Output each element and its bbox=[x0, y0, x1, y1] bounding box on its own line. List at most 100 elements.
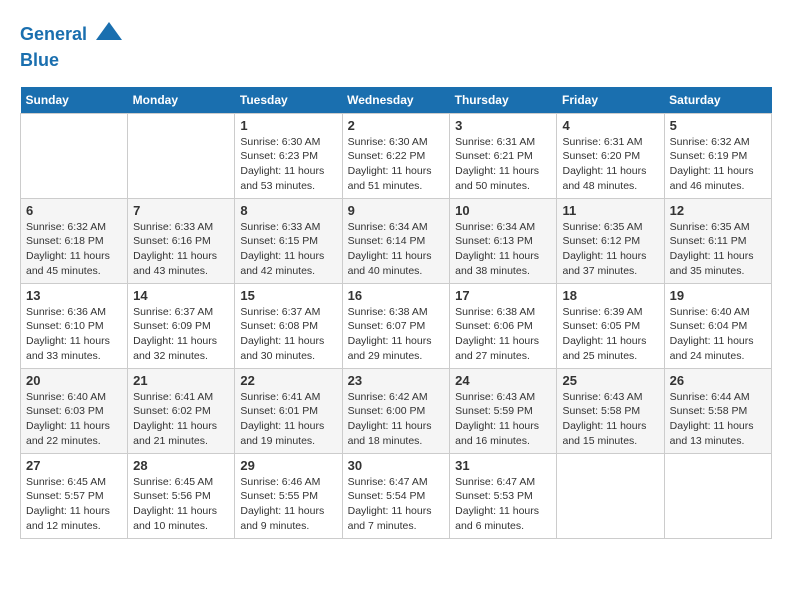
day-number: 31 bbox=[455, 458, 551, 473]
calendar-cell: 25Sunrise: 6:43 AM Sunset: 5:58 PM Dayli… bbox=[557, 368, 664, 453]
day-info: Sunrise: 6:44 AM Sunset: 5:58 PM Dayligh… bbox=[670, 390, 766, 449]
day-info: Sunrise: 6:36 AM Sunset: 6:10 PM Dayligh… bbox=[26, 305, 122, 364]
day-info: Sunrise: 6:46 AM Sunset: 5:55 PM Dayligh… bbox=[240, 475, 336, 534]
day-info: Sunrise: 6:42 AM Sunset: 6:00 PM Dayligh… bbox=[348, 390, 445, 449]
day-number: 1 bbox=[240, 118, 336, 133]
calendar-cell: 7 Sunrise: 6:33 AM Sunset: 6:16 PM Daylig… bbox=[128, 198, 235, 283]
day-info: Sunrise: 6:30 AM Sunset: 6:22 PM Dayligh… bbox=[348, 135, 445, 194]
week-row-1: 1 Sunrise: 6:30 AM Sunset: 6:23 PM Daylig… bbox=[21, 113, 772, 198]
calendar-cell: 5 Sunrise: 6:32 AM Sunset: 6:19 PM Daylig… bbox=[664, 113, 771, 198]
calendar-cell: 30Sunrise: 6:47 AM Sunset: 5:54 PM Dayli… bbox=[342, 453, 450, 538]
logo-blue: Blue bbox=[20, 50, 59, 70]
day-header-sunday: Sunday bbox=[21, 87, 128, 114]
calendar-cell bbox=[557, 453, 664, 538]
calendar-cell: 15Sunrise: 6:37 AM Sunset: 6:08 PM Dayli… bbox=[235, 283, 342, 368]
calendar-cell: 13Sunrise: 6:36 AM Sunset: 6:10 PM Dayli… bbox=[21, 283, 128, 368]
day-info: Sunrise: 6:32 AM Sunset: 6:19 PM Dayligh… bbox=[670, 135, 766, 194]
header-row: SundayMondayTuesdayWednesdayThursdayFrid… bbox=[21, 87, 772, 114]
calendar-cell: 28 Sunrise: 6:45 AM Sunset: 5:56 PM Dayli… bbox=[128, 453, 235, 538]
calendar-cell bbox=[128, 113, 235, 198]
calendar-cell: 2 Sunrise: 6:30 AM Sunset: 6:22 PM Daylig… bbox=[342, 113, 450, 198]
day-info: Sunrise: 6:40 AM Sunset: 6:04 PM Dayligh… bbox=[670, 305, 766, 364]
day-header-saturday: Saturday bbox=[664, 87, 771, 114]
week-row-3: 13Sunrise: 6:36 AM Sunset: 6:10 PM Dayli… bbox=[21, 283, 772, 368]
day-header-thursday: Thursday bbox=[450, 87, 557, 114]
calendar-cell: 27 Sunrise: 6:45 AM Sunset: 5:57 PM Dayli… bbox=[21, 453, 128, 538]
calendar-cell: 3 Sunrise: 6:31 AM Sunset: 6:21 PM Daylig… bbox=[450, 113, 557, 198]
calendar-cell: 26 Sunrise: 6:44 AM Sunset: 5:58 PM Dayli… bbox=[664, 368, 771, 453]
calendar-cell: 17 Sunrise: 6:38 AM Sunset: 6:06 PM Dayli… bbox=[450, 283, 557, 368]
day-number: 12 bbox=[670, 203, 766, 218]
day-info: Sunrise: 6:33 AM Sunset: 6:15 PM Dayligh… bbox=[240, 220, 336, 279]
day-info: Sunrise: 6:47 AM Sunset: 5:54 PM Dayligh… bbox=[348, 475, 445, 534]
day-info: Sunrise: 6:30 AM Sunset: 6:23 PM Dayligh… bbox=[240, 135, 336, 194]
logo-general: General bbox=[20, 24, 87, 44]
day-number: 26 bbox=[670, 373, 766, 388]
calendar-header: SundayMondayTuesdayWednesdayThursdayFrid… bbox=[21, 87, 772, 114]
day-info: Sunrise: 6:45 AM Sunset: 5:56 PM Dayligh… bbox=[133, 475, 229, 534]
day-number: 5 bbox=[670, 118, 766, 133]
calendar-cell bbox=[21, 113, 128, 198]
calendar-cell: 14 Sunrise: 6:37 AM Sunset: 6:09 PM Dayli… bbox=[128, 283, 235, 368]
day-info: Sunrise: 6:40 AM Sunset: 6:03 PM Dayligh… bbox=[26, 390, 122, 449]
day-info: Sunrise: 6:34 AM Sunset: 6:13 PM Dayligh… bbox=[455, 220, 551, 279]
day-header-tuesday: Tuesday bbox=[235, 87, 342, 114]
day-header-monday: Monday bbox=[128, 87, 235, 114]
calendar-cell: 19 Sunrise: 6:40 AM Sunset: 6:04 PM Dayli… bbox=[664, 283, 771, 368]
week-row-5: 27 Sunrise: 6:45 AM Sunset: 5:57 PM Dayli… bbox=[21, 453, 772, 538]
day-info: Sunrise: 6:35 AM Sunset: 6:11 PM Dayligh… bbox=[670, 220, 766, 279]
day-number: 25 bbox=[562, 373, 658, 388]
day-number: 3 bbox=[455, 118, 551, 133]
day-info: Sunrise: 6:34 AM Sunset: 6:14 PM Dayligh… bbox=[348, 220, 445, 279]
day-info: Sunrise: 6:33 AM Sunset: 6:16 PM Dayligh… bbox=[133, 220, 229, 279]
day-number: 7 bbox=[133, 203, 229, 218]
day-number: 4 bbox=[562, 118, 658, 133]
calendar-cell: 31 Sunrise: 6:47 AM Sunset: 5:53 PM Dayli… bbox=[450, 453, 557, 538]
calendar-cell: 24 Sunrise: 6:43 AM Sunset: 5:59 PM Dayli… bbox=[450, 368, 557, 453]
calendar-cell: 6 Sunrise: 6:32 AM Sunset: 6:18 PM Daylig… bbox=[21, 198, 128, 283]
day-number: 6 bbox=[26, 203, 122, 218]
day-number: 9 bbox=[348, 203, 445, 218]
logo-icon bbox=[94, 20, 124, 50]
day-number: 19 bbox=[670, 288, 766, 303]
calendar-cell: 18Sunrise: 6:39 AM Sunset: 6:05 PM Dayli… bbox=[557, 283, 664, 368]
day-info: Sunrise: 6:37 AM Sunset: 6:09 PM Dayligh… bbox=[133, 305, 229, 364]
day-number: 29 bbox=[240, 458, 336, 473]
day-info: Sunrise: 6:35 AM Sunset: 6:12 PM Dayligh… bbox=[562, 220, 658, 279]
day-number: 11 bbox=[562, 203, 658, 218]
calendar-table: SundayMondayTuesdayWednesdayThursdayFrid… bbox=[20, 87, 772, 539]
day-info: Sunrise: 6:43 AM Sunset: 5:59 PM Dayligh… bbox=[455, 390, 551, 449]
day-info: Sunrise: 6:32 AM Sunset: 6:18 PM Dayligh… bbox=[26, 220, 122, 279]
day-number: 8 bbox=[240, 203, 336, 218]
logo-text: General Blue bbox=[20, 20, 124, 72]
logo: General Blue bbox=[20, 20, 124, 72]
calendar-cell: 11 Sunrise: 6:35 AM Sunset: 6:12 PM Dayli… bbox=[557, 198, 664, 283]
day-number: 28 bbox=[133, 458, 229, 473]
calendar-cell: 29 Sunrise: 6:46 AM Sunset: 5:55 PM Dayli… bbox=[235, 453, 342, 538]
day-number: 22 bbox=[240, 373, 336, 388]
day-number: 15 bbox=[240, 288, 336, 303]
calendar-cell: 10Sunrise: 6:34 AM Sunset: 6:13 PM Dayli… bbox=[450, 198, 557, 283]
page-header: General Blue bbox=[20, 20, 772, 72]
calendar-body: 1 Sunrise: 6:30 AM Sunset: 6:23 PM Daylig… bbox=[21, 113, 772, 538]
week-row-2: 6 Sunrise: 6:32 AM Sunset: 6:18 PM Daylig… bbox=[21, 198, 772, 283]
day-header-wednesday: Wednesday bbox=[342, 87, 450, 114]
day-number: 16 bbox=[348, 288, 445, 303]
day-number: 14 bbox=[133, 288, 229, 303]
day-number: 24 bbox=[455, 373, 551, 388]
day-info: Sunrise: 6:45 AM Sunset: 5:57 PM Dayligh… bbox=[26, 475, 122, 534]
day-info: Sunrise: 6:47 AM Sunset: 5:53 PM Dayligh… bbox=[455, 475, 551, 534]
day-number: 23 bbox=[348, 373, 445, 388]
day-number: 2 bbox=[348, 118, 445, 133]
day-number: 20 bbox=[26, 373, 122, 388]
day-number: 17 bbox=[455, 288, 551, 303]
day-info: Sunrise: 6:38 AM Sunset: 6:06 PM Dayligh… bbox=[455, 305, 551, 364]
calendar-cell: 1 Sunrise: 6:30 AM Sunset: 6:23 PM Daylig… bbox=[235, 113, 342, 198]
day-info: Sunrise: 6:31 AM Sunset: 6:21 PM Dayligh… bbox=[455, 135, 551, 194]
day-info: Sunrise: 6:31 AM Sunset: 6:20 PM Dayligh… bbox=[562, 135, 658, 194]
calendar-cell bbox=[664, 453, 771, 538]
day-info: Sunrise: 6:39 AM Sunset: 6:05 PM Dayligh… bbox=[562, 305, 658, 364]
calendar-cell: 21Sunrise: 6:41 AM Sunset: 6:02 PM Dayli… bbox=[128, 368, 235, 453]
day-number: 27 bbox=[26, 458, 122, 473]
calendar-cell: 23 Sunrise: 6:42 AM Sunset: 6:00 PM Dayli… bbox=[342, 368, 450, 453]
